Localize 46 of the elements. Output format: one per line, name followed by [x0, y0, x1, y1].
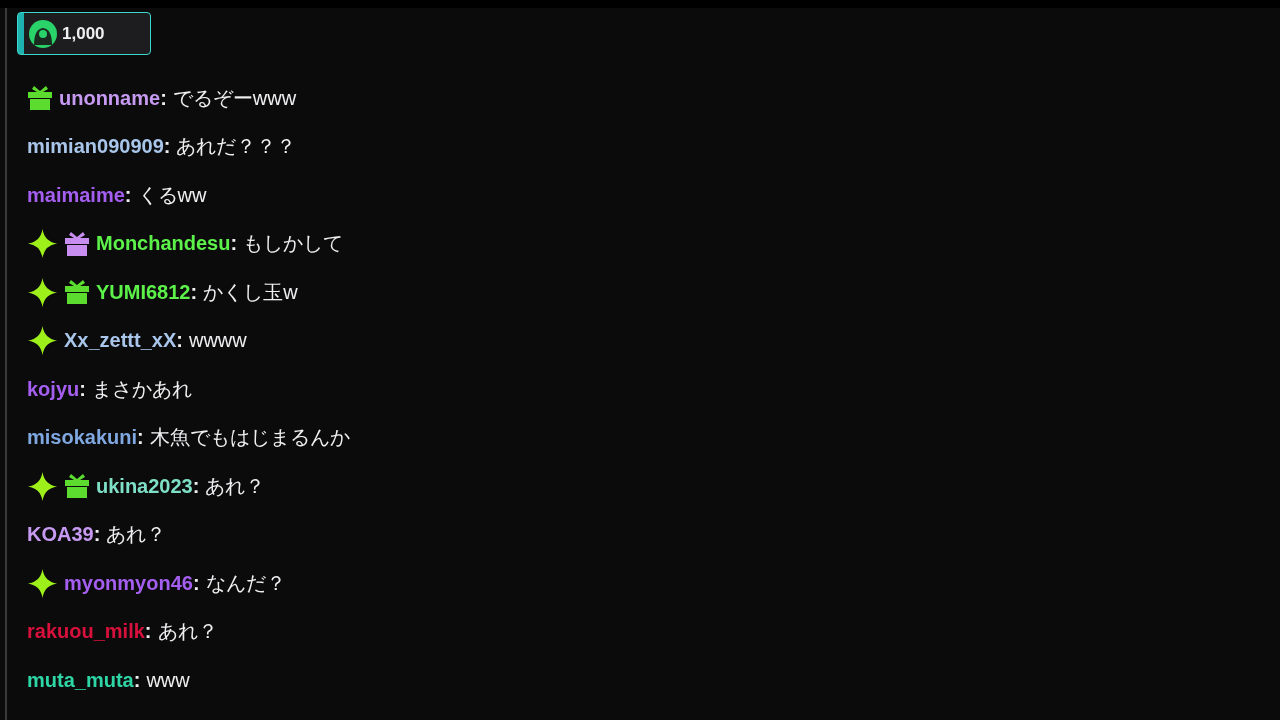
- sparkle-icon: [27, 567, 58, 599]
- message-text: あれ？: [106, 522, 167, 548]
- username[interactable]: misokakuni: [27, 426, 138, 450]
- message-text: あれ？: [157, 619, 218, 645]
- colon: :: [93, 523, 101, 547]
- message-text: まさかあれ: [91, 376, 192, 402]
- username[interactable]: mimian090909: [27, 135, 164, 159]
- message-text: www: [146, 668, 190, 692]
- username[interactable]: myonmyon46: [64, 571, 193, 595]
- colon: :: [79, 377, 86, 401]
- message-text: 木魚でもはじまるんか: [149, 425, 350, 451]
- message-text: でるぞーwww: [172, 85, 297, 111]
- colon: :: [160, 86, 167, 110]
- sparkle-icon: [27, 228, 58, 260]
- sparkle-icon: [27, 470, 58, 502]
- sparkle-icon: [27, 276, 58, 308]
- colon: :: [190, 280, 198, 304]
- username[interactable]: Xx_zettt_xX: [64, 329, 177, 353]
- colon: :: [176, 329, 183, 353]
- message-text: くるww: [137, 182, 207, 208]
- colon: :: [144, 620, 152, 644]
- username[interactable]: maimaime: [27, 183, 125, 207]
- colon: :: [163, 135, 171, 159]
- username[interactable]: muta_muta: [27, 668, 134, 692]
- message-text: もしかして: [243, 231, 344, 257]
- message-text: あれだ？？？: [176, 134, 297, 160]
- message-text: かくし玉w: [203, 279, 298, 305]
- colon: :: [192, 571, 200, 595]
- avatar-icon: [28, 18, 58, 49]
- username[interactable]: Monchandesu: [96, 232, 231, 256]
- message-text: wwww: [188, 329, 247, 353]
- colon: :: [192, 474, 200, 498]
- colon: :: [137, 426, 144, 450]
- sparkle-icon: [27, 325, 58, 357]
- colon: :: [133, 668, 141, 692]
- message-text: あれ？: [205, 473, 266, 499]
- username[interactable]: unonname: [59, 86, 161, 110]
- colon: :: [124, 183, 132, 207]
- message-text: なんだ？: [205, 570, 286, 596]
- username[interactable]: rakuou_milk: [27, 620, 145, 644]
- username[interactable]: ukina2023: [96, 474, 193, 498]
- username[interactable]: kojyu: [27, 377, 80, 401]
- username[interactable]: KOA39: [27, 523, 94, 547]
- colon: :: [230, 232, 238, 256]
- username[interactable]: YUMI6812: [96, 280, 191, 304]
- channel-points-button[interactable]: 1,000: [17, 12, 151, 55]
